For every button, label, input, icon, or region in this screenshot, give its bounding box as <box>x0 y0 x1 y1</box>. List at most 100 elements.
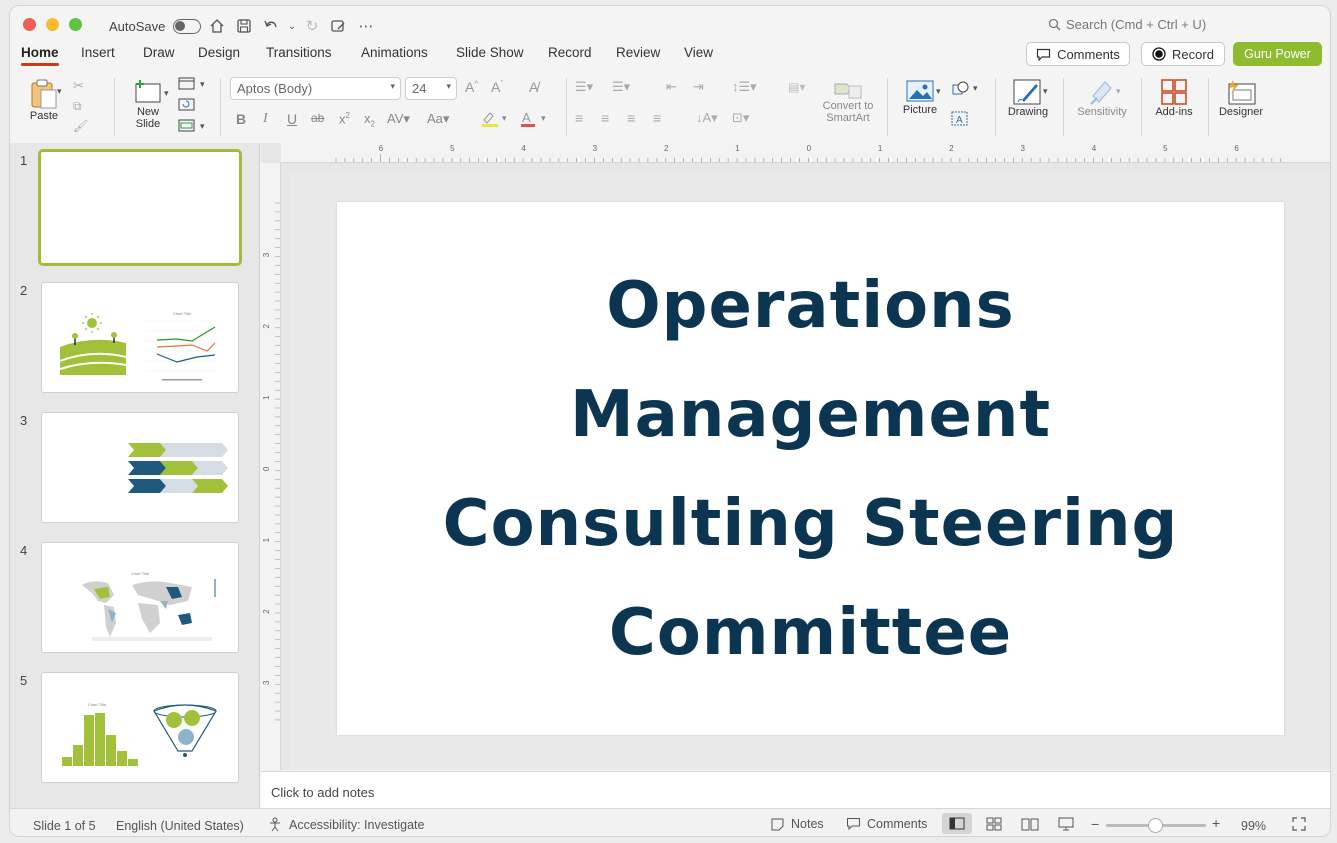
layout-icon[interactable]: ▾ <box>178 77 208 96</box>
redo-icon[interactable]: ↻ <box>302 16 322 36</box>
designer-button[interactable]: Designer <box>1216 78 1266 118</box>
font-name-select[interactable]: Aptos (Body) ▾ <box>230 77 401 100</box>
bold-icon[interactable]: B <box>236 111 246 127</box>
search-box[interactable]: Search (Cmd + Ctrl + U) <box>1048 17 1206 32</box>
close-window-button[interactable] <box>23 18 36 31</box>
more-icon[interactable]: ⋯ <box>356 16 376 36</box>
home-icon[interactable] <box>207 16 227 36</box>
paste-button[interactable]: Paste <box>24 78 64 122</box>
add-ins-button[interactable]: Add-ins <box>1149 78 1199 118</box>
slide-thumb-2[interactable]: Chart Title <box>41 282 239 393</box>
normal-view-icon <box>949 817 965 830</box>
underline-icon[interactable]: U <box>287 111 297 127</box>
new-slide-dropdown-icon[interactable]: ▾ <box>164 88 169 99</box>
zoom-out-icon[interactable]: − <box>1091 816 1099 832</box>
strikethrough-icon[interactable]: ab <box>311 111 324 125</box>
subscript-icon[interactable]: x2 <box>364 111 375 129</box>
undo-icon[interactable] <box>261 16 281 36</box>
highlight-icon[interactable]: ▾ <box>480 110 510 133</box>
zoom-level[interactable]: 99% <box>1241 819 1266 833</box>
tab-record[interactable]: Record <box>548 44 592 68</box>
tab-transitions[interactable]: Transitions <box>266 44 332 68</box>
current-slide[interactable]: Operations Management Consulting Steerin… <box>337 202 1284 735</box>
search-placeholder: Search (Cmd + Ctrl + U) <box>1066 17 1207 32</box>
section-icon[interactable]: ▾ <box>178 119 208 138</box>
sensitivity-button[interactable]: Sensitivity <box>1072 78 1132 118</box>
normal-view-button[interactable] <box>942 813 972 834</box>
shapes-icon[interactable]: ▾ <box>951 80 981 101</box>
change-case-icon[interactable]: Aa▾ <box>427 111 449 127</box>
slide-thumb-1[interactable] <box>38 149 242 266</box>
record-button[interactable]: Record <box>1141 42 1225 66</box>
line-spacing-icon[interactable]: ↕☰▾ <box>732 79 757 95</box>
slide-thumb-4[interactable]: Chart Title <box>41 542 239 653</box>
format-painter-icon[interactable]: 🖌 <box>73 119 88 133</box>
accessibility-status[interactable]: Accessibility: Investigate <box>268 817 424 832</box>
convert-smartart-button[interactable]: Convert to SmartArt <box>816 78 880 124</box>
paste-dropdown-icon[interactable]: ▾ <box>57 86 62 97</box>
columns-icon[interactable]: ▤▾ <box>788 80 805 94</box>
character-spacing-icon[interactable]: AV▾ <box>387 111 410 127</box>
slide-thumb-3[interactable] <box>41 412 239 523</box>
guru-power-button[interactable]: Guru Power <box>1233 42 1322 66</box>
notes-toggle-button[interactable]: Notes <box>770 817 824 831</box>
tab-slide-show[interactable]: Slide Show <box>456 44 524 68</box>
decrease-indent-icon[interactable]: ⇤ <box>666 79 677 95</box>
tab-draw[interactable]: Draw <box>143 44 175 68</box>
slide-title[interactable]: Operations Management Consulting Steerin… <box>397 252 1224 688</box>
cut-icon[interactable]: ✂ <box>73 78 84 94</box>
zoom-in-icon[interactable]: + <box>1212 815 1220 831</box>
slide-show-button[interactable] <box>1058 817 1074 834</box>
comments-button[interactable]: Comments <box>1026 42 1130 66</box>
slide-thumbnails-pane[interactable]: 1 2 Chart Title 3 4 Chart Title 5 Chart … <box>10 143 260 808</box>
notes-pane[interactable]: Click to add notes <box>261 771 1330 808</box>
picture-button[interactable]: Picture <box>900 78 940 116</box>
text-direction-icon[interactable]: ↓A▾ <box>696 110 718 126</box>
align-left-icon[interactable]: ≡ <box>575 110 583 126</box>
copy-icon[interactable]: ⧉ <box>73 99 82 114</box>
comments-toggle-button[interactable]: Comments <box>846 817 927 831</box>
text-box-icon[interactable]: A <box>951 111 969 132</box>
font-color-icon[interactable]: A ▾ <box>519 110 549 133</box>
drawing-dropdown-icon[interactable]: ▾ <box>1043 86 1048 97</box>
zoom-slider[interactable] <box>1106 818 1206 833</box>
numbering-icon[interactable]: ☰▾ <box>612 79 630 95</box>
tab-view[interactable]: View <box>684 44 713 68</box>
clear-formatting-icon[interactable]: A̸ <box>529 79 538 95</box>
minimize-window-button[interactable] <box>46 18 59 31</box>
sensitivity-dropdown-icon[interactable]: ▾ <box>1116 86 1121 97</box>
italic-icon[interactable]: I <box>263 111 268 127</box>
slide-thumb-5[interactable]: Chart Title <box>41 672 239 783</box>
drawing-button[interactable]: Drawing <box>1003 78 1053 118</box>
bullets-icon[interactable]: ☰▾ <box>575 79 593 95</box>
align-right-icon[interactable]: ≡ <box>627 110 635 126</box>
increase-font-icon[interactable]: A^ <box>465 79 478 95</box>
language-status[interactable]: English (United States) <box>116 819 244 833</box>
zoom-window-button[interactable] <box>69 18 82 31</box>
tab-animations[interactable]: Animations <box>361 44 428 68</box>
increase-indent-icon[interactable]: ⇥ <box>693 79 704 95</box>
font-size-select[interactable]: 24 ▾ <box>405 77 457 100</box>
customize-icon[interactable] <box>328 16 348 36</box>
slide-sorter-button[interactable] <box>986 817 1002 834</box>
autosave-toggle[interactable] <box>173 18 202 34</box>
save-icon[interactable] <box>234 16 254 36</box>
tab-home[interactable]: Home <box>21 44 59 68</box>
align-text-icon[interactable]: ⊡▾ <box>732 110 749 126</box>
align-center-icon[interactable]: ≡ <box>601 110 609 126</box>
reset-icon[interactable] <box>178 98 196 117</box>
drawing-label: Drawing <box>1007 106 1049 118</box>
decrease-font-icon[interactable]: Aˇ <box>491 79 503 95</box>
tab-design[interactable]: Design <box>198 44 240 68</box>
new-slide-button[interactable]: New Slide <box>126 78 170 130</box>
justify-icon[interactable]: ≡ <box>653 110 661 126</box>
tab-review[interactable]: Review <box>616 44 660 68</box>
tab-insert[interactable]: Insert <box>81 44 115 68</box>
superscript-icon[interactable]: x2 <box>339 111 350 126</box>
ruler-tick-label: 3 <box>1020 144 1025 153</box>
picture-dropdown-icon[interactable]: ▾ <box>936 86 941 97</box>
zoom-slider-thumb[interactable] <box>1148 818 1163 833</box>
reading-view-button[interactable] <box>1021 817 1039 834</box>
fit-to-window-button[interactable] <box>1292 817 1306 834</box>
undo-dropdown-icon[interactable]: ⌄ <box>282 16 302 36</box>
